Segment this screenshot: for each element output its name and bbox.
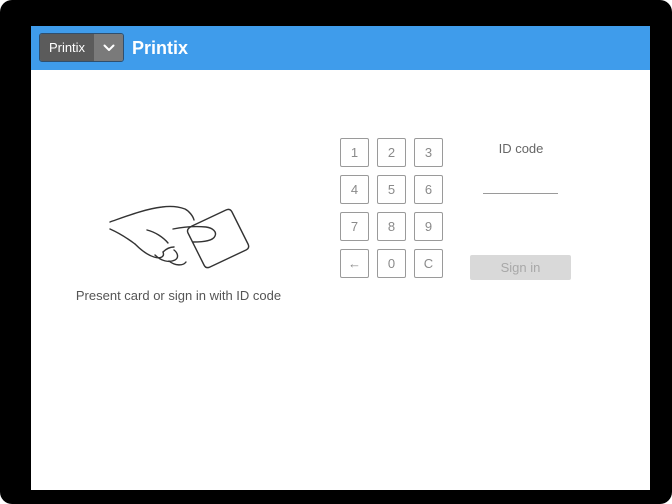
sign-in-button[interactable]: Sign in bbox=[470, 255, 571, 280]
key-6[interactable]: 6 bbox=[414, 175, 443, 204]
key-clear[interactable]: C bbox=[414, 249, 443, 278]
kiosk-screen: Printix Printix Present card or sign in … bbox=[31, 26, 650, 490]
id-code-input[interactable] bbox=[483, 172, 558, 194]
key-1[interactable]: 1 bbox=[340, 138, 369, 167]
app-title: Printix bbox=[132, 38, 189, 58]
key-5[interactable]: 5 bbox=[377, 175, 406, 204]
device-bezel: Printix Printix Present card or sign in … bbox=[0, 0, 672, 504]
app-header: Printix Printix bbox=[31, 26, 650, 70]
key-8[interactable]: 8 bbox=[377, 212, 406, 241]
key-9[interactable]: 9 bbox=[414, 212, 443, 241]
key-4[interactable]: 4 bbox=[340, 175, 369, 204]
brand-dropdown-toggle[interactable] bbox=[94, 34, 123, 61]
key-3[interactable]: 3 bbox=[414, 138, 443, 167]
key-7[interactable]: 7 bbox=[340, 212, 369, 241]
brand-dropdown[interactable]: Printix bbox=[39, 33, 124, 62]
instruction-text: Present card or sign in with ID code bbox=[75, 288, 282, 303]
id-code-label: ID code bbox=[498, 141, 544, 156]
chevron-down-icon bbox=[103, 44, 114, 51]
hand-holding-card-icon bbox=[109, 205, 250, 269]
key-backspace[interactable]: ← bbox=[340, 249, 369, 278]
brand-dropdown-label[interactable]: Printix bbox=[40, 34, 94, 61]
key-0[interactable]: 0 bbox=[377, 249, 406, 278]
key-2[interactable]: 2 bbox=[377, 138, 406, 167]
